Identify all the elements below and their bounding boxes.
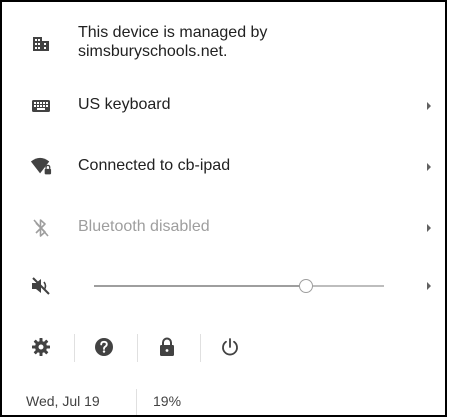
managed-line1: This device is managed by	[78, 24, 268, 41]
managed-device-row[interactable]: This device is managed by simsburyschool…	[2, 24, 445, 64]
managed-line2: simsburyschools.net.	[78, 43, 228, 60]
bluetooth-row[interactable]: Bluetooth disabled	[2, 214, 445, 242]
volume-slider-fill	[94, 285, 306, 287]
status-footer: Wed, Jul 19 19%	[2, 385, 445, 419]
lock-icon[interactable]	[156, 336, 178, 358]
divider	[74, 334, 75, 362]
bluetooth-chevron-icon	[427, 224, 431, 232]
volume-slider-thumb[interactable]	[298, 279, 313, 293]
date-label: Wed, Jul 19	[26, 393, 100, 409]
bluetooth-disabled-icon	[30, 217, 52, 239]
keyboard-label: US keyboard	[78, 96, 171, 113]
divider	[136, 389, 137, 415]
volume-chevron-icon[interactable]	[427, 282, 431, 290]
network-label: Connected to cb-ipad	[78, 157, 231, 174]
wifi-locked-icon	[30, 156, 52, 178]
bluetooth-label: Bluetooth disabled	[78, 218, 210, 235]
network-chevron-icon	[427, 163, 431, 171]
keyboard-icon	[30, 95, 52, 117]
divider	[137, 334, 138, 362]
volume-muted-icon[interactable]	[30, 275, 52, 297]
battery-label: 19%	[153, 393, 182, 409]
gear-icon[interactable]	[30, 336, 52, 358]
building-icon	[30, 33, 52, 55]
divider	[200, 334, 201, 362]
help-icon[interactable]	[93, 336, 115, 358]
managed-text: This device is managed by simsburyschool…	[78, 23, 267, 61]
keyboard-row[interactable]: US keyboard	[2, 92, 445, 120]
volume-row	[2, 272, 445, 300]
power-icon[interactable]	[219, 336, 241, 358]
keyboard-chevron-icon	[427, 102, 431, 110]
network-row[interactable]: Connected to cb-ipad	[2, 153, 445, 181]
action-bar	[2, 330, 445, 364]
system-tray-menu: This device is managed by simsburyschool…	[0, 0, 447, 417]
